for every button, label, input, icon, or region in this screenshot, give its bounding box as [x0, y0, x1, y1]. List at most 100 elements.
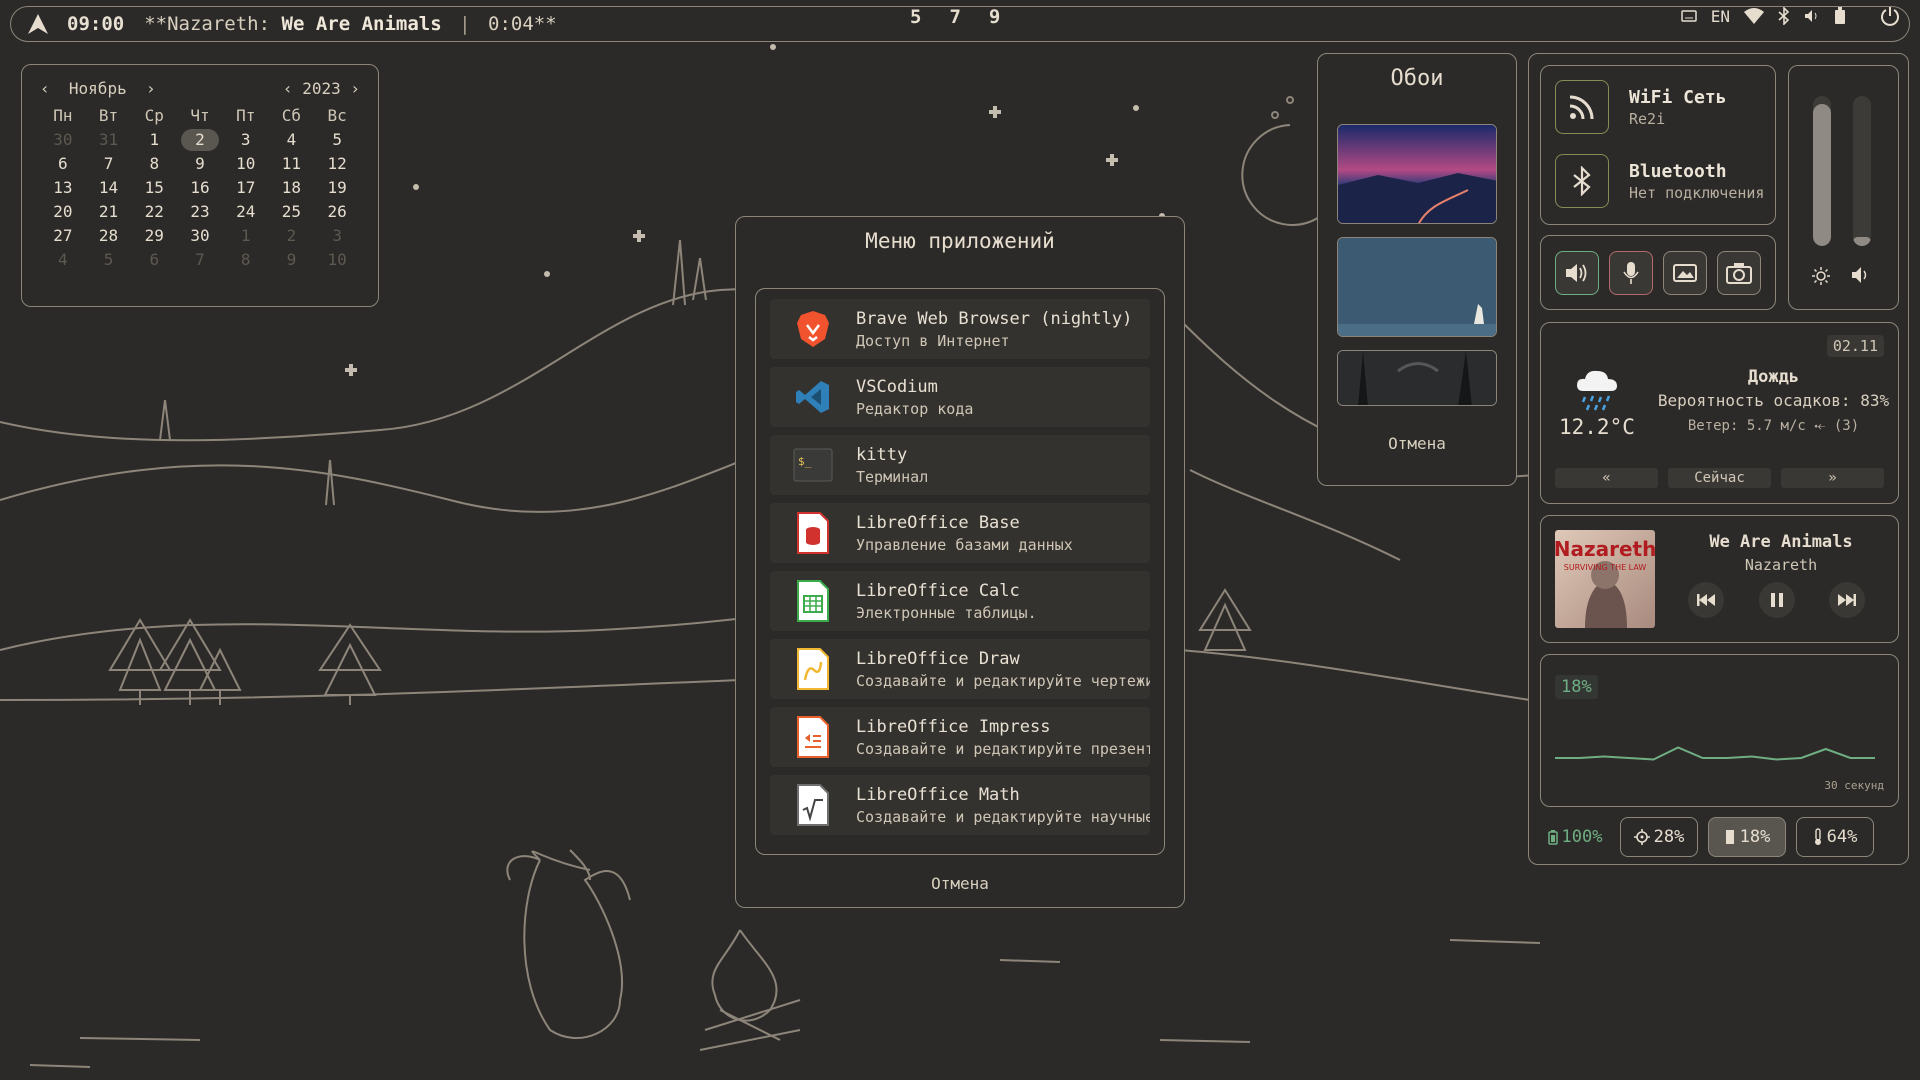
weather-next-button[interactable]: »	[1781, 468, 1884, 488]
calendar-day[interactable]: 7	[86, 153, 132, 175]
app-item[interactable]: LibreOffice Impress Создавайте и редактир…	[770, 707, 1150, 767]
speaker-toggle-icon[interactable]	[1555, 250, 1599, 295]
calendar-day[interactable]: 13	[40, 177, 86, 199]
calendar-day[interactable]: 18	[269, 177, 315, 199]
calendar-day[interactable]: 22	[131, 201, 177, 223]
wallpaper-cancel-button[interactable]: Отмена	[1318, 434, 1516, 453]
calendar-day-today[interactable]: 2	[181, 129, 219, 151]
wifi-signal-icon	[1555, 80, 1609, 134]
calendar-day[interactable]: 25	[269, 201, 315, 223]
previous-track-button[interactable]	[1688, 582, 1724, 618]
calendar-day[interactable]: 1	[223, 225, 269, 247]
calendar-day[interactable]: 4	[269, 129, 315, 151]
keyboard-layout[interactable]: EN	[1711, 7, 1730, 26]
calendar-day[interactable]: 21	[86, 201, 132, 223]
calendar-day[interactable]: 5	[314, 129, 360, 151]
wallpaper-thumb-dark-forest[interactable]	[1337, 350, 1497, 406]
calendar-day[interactable]: 10	[223, 153, 269, 175]
workspace-9[interactable]: 9	[989, 6, 1000, 28]
temperature-stat[interactable]: 64%	[1796, 817, 1874, 857]
bluetooth-toggle[interactable]: Bluetooth Нет подключения	[1555, 154, 1764, 208]
calendar-day[interactable]: 1	[131, 129, 177, 151]
weekday-label: Вт	[98, 106, 119, 125]
next-track-button[interactable]	[1829, 582, 1865, 618]
now-playing[interactable]: **Nazareth: We Are Animals | 0:04**	[144, 13, 556, 35]
weekday-label: Вс	[327, 106, 347, 125]
app-item[interactable]: VSCodium Редактор кода	[770, 367, 1150, 427]
calendar-day[interactable]: 9	[177, 153, 223, 175]
calendar-day[interactable]: 7	[177, 249, 223, 271]
app-item[interactable]: LibreOffice Base Управление базами данных	[770, 503, 1150, 563]
weather-prev-button[interactable]: «	[1555, 468, 1658, 488]
app-item[interactable]: LibreOffice Calc Электронные таблицы.	[770, 571, 1150, 631]
cpu-stat[interactable]: 28%	[1620, 817, 1698, 857]
calendar-day[interactable]: 6	[131, 249, 177, 271]
calendar-day[interactable]: 9	[269, 249, 315, 271]
calendar-day[interactable]: 30	[177, 225, 223, 247]
calendar-day[interactable]: 2	[269, 225, 315, 247]
calendar-day[interactable]: 3	[314, 225, 360, 247]
next-year-button[interactable]: ›	[350, 79, 360, 98]
calendar-day[interactable]: 31	[86, 129, 132, 151]
prev-year-button[interactable]: ‹	[283, 79, 293, 98]
next-month-button[interactable]: ›	[146, 79, 156, 98]
calendar-day[interactable]: 8	[223, 249, 269, 271]
calendar-day[interactable]: 20	[40, 201, 86, 223]
calendar-day[interactable]: 23	[177, 201, 223, 223]
wifi-icon[interactable]	[1744, 8, 1764, 24]
arch-logo-icon[interactable]	[27, 13, 49, 35]
microphone-icon[interactable]	[1609, 250, 1653, 295]
calendar-day[interactable]: 28	[86, 225, 132, 247]
bluetooth-panel-icon	[1555, 154, 1609, 208]
calendar-day[interactable]: 4	[40, 249, 86, 271]
calendar-day[interactable]: 30	[40, 129, 86, 151]
calendar-day[interactable]: 8	[131, 153, 177, 175]
weather-condition: Дождь	[1747, 367, 1800, 387]
calendar-day[interactable]: 27	[40, 225, 86, 247]
battery-icon[interactable]	[1834, 7, 1846, 25]
weather-temperature: 12.2°C	[1559, 415, 1635, 439]
app-item[interactable]: Brave Web Browser (nightly) Доступ в Инте…	[770, 299, 1150, 359]
calendar-day[interactable]: 10	[314, 249, 360, 271]
calendar-day[interactable]: 29	[131, 225, 177, 247]
ram-stat[interactable]: 18%	[1708, 817, 1786, 857]
app-item[interactable]: $_ kitty Терминал	[770, 435, 1150, 495]
app-list[interactable]: Brave Web Browser (nightly) Доступ в Инте…	[755, 288, 1165, 855]
volume-icon[interactable]	[1804, 9, 1820, 23]
calendar-day[interactable]: 12	[314, 153, 360, 175]
power-icon[interactable]	[1880, 6, 1900, 26]
app-item[interactable]: LibreOffice Math Создавайте и редактируйт…	[770, 775, 1150, 835]
app-menu-cancel-button[interactable]: Отмена	[736, 874, 1184, 893]
app-menu: Меню приложений Brave Web Browser (night…	[735, 216, 1185, 908]
calendar-day[interactable]: 11	[269, 153, 315, 175]
camera-icon[interactable]	[1717, 250, 1761, 295]
weather-now-button[interactable]: Сейчас	[1668, 468, 1771, 488]
calendar-day[interactable]: 26	[314, 201, 360, 223]
pause-button[interactable]	[1759, 582, 1795, 618]
bluetooth-icon[interactable]	[1778, 7, 1790, 25]
volume-slider[interactable]	[1853, 96, 1871, 246]
workspace-7[interactable]: 7	[949, 6, 960, 28]
clock[interactable]: 09:00	[67, 13, 124, 35]
prev-month-button[interactable]: ‹	[40, 79, 50, 98]
wallpaper-thumb-sunset[interactable]	[1337, 124, 1497, 224]
calendar-day[interactable]: 17	[223, 177, 269, 199]
app-item[interactable]: LibreOffice Draw Создавайте и редактируйт…	[770, 639, 1150, 699]
wifi-toggle[interactable]: WiFi Сеть Re2i	[1555, 80, 1727, 134]
calendar-day[interactable]: 5	[86, 249, 132, 271]
calendar-day[interactable]: 24	[223, 201, 269, 223]
year-label: 2023	[302, 79, 341, 98]
calendar-day[interactable]: 19	[314, 177, 360, 199]
month-selector: ‹ Ноябрь ›	[40, 79, 156, 98]
screenshot-icon[interactable]	[1663, 250, 1707, 295]
workspace-5[interactable]: 5	[910, 6, 921, 28]
calendar-day[interactable]: 15	[131, 177, 177, 199]
volume-slider-fill	[1853, 237, 1871, 246]
calendar-day[interactable]: 14	[86, 177, 132, 199]
wallpaper-thumb-blue[interactable]	[1337, 237, 1497, 337]
calendar-day[interactable]: 6	[40, 153, 86, 175]
keyboard-icon[interactable]	[1680, 10, 1697, 22]
calendar-day[interactable]: 3	[223, 129, 269, 151]
brightness-slider[interactable]	[1813, 96, 1831, 246]
calendar-day[interactable]: 16	[177, 177, 223, 199]
